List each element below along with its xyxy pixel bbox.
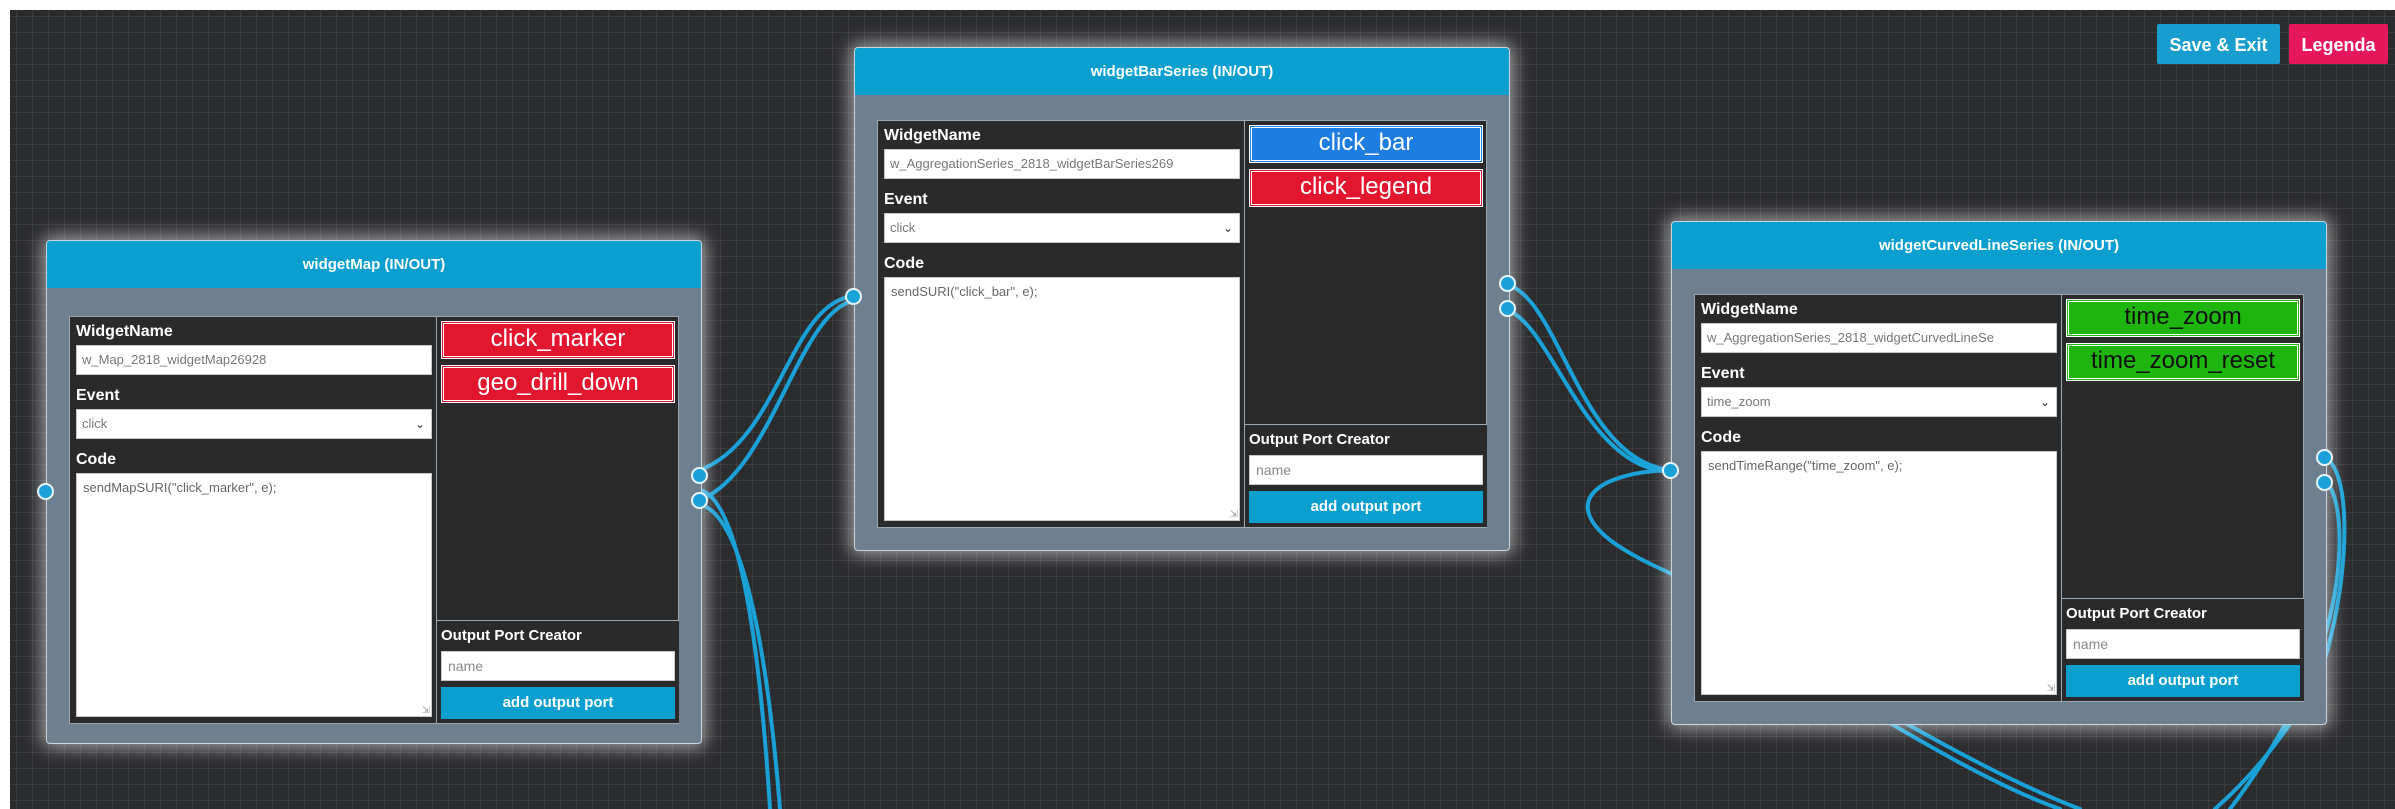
save-exit-button[interactable]: Save & Exit [2157,24,2280,64]
code-text: sendSURI("click_bar", e); [891,284,1038,299]
node-config-panel: WidgetName w_AggregationSeries_2818_widg… [882,125,1242,521]
event-select-value: time_zoom [1707,394,1771,409]
event-select[interactable]: click ⌄ [76,409,432,439]
node-title[interactable]: widgetMap (IN/OUT) [47,241,701,288]
output-port-list: time_zoom time_zoom_reset [2062,295,2304,387]
output-anchor-map-1[interactable] [691,467,708,484]
wire-bottom-cross-1 [1898,718,2082,809]
output-anchor-curvedlineseries-2[interactable] [2316,474,2333,491]
add-output-port-button[interactable]: add output port [2066,665,2300,697]
port-time-zoom-reset[interactable]: time_zoom_reset [2066,343,2300,381]
input-anchor-map[interactable] [37,483,54,500]
output-ports-panel: click_bar click_legend Output Port Creat… [1244,121,1487,527]
port-name-input[interactable]: name [441,651,675,681]
widget-name-input[interactable]: w_Map_2818_widgetMap26928 [76,345,432,375]
event-label: Event [1701,365,1745,382]
output-port-creator: Output Port Creator name add output port [1245,424,1487,527]
node-body: WidgetName w_AggregationSeries_2818_widg… [877,120,1487,528]
code-label: Code [1701,429,1741,446]
input-anchor-barseries[interactable] [845,288,862,305]
event-select-value: click [890,220,916,235]
wire-bar-to-curved-1 [1506,283,1672,472]
node-title[interactable]: widgetBarSeries (IN/OUT) [855,48,1509,95]
port-click-marker[interactable]: click_marker [441,321,675,359]
code-textarea[interactable]: sendMapSURI("click_marker", e); ⇲ [76,473,432,717]
output-port-list: click_marker geo_drill_down [437,317,679,409]
chevron-down-icon: ⌄ [414,417,425,431]
event-select-value: click [82,416,108,431]
port-time-zoom[interactable]: time_zoom [2066,299,2300,337]
port-name-input[interactable]: name [2066,629,2300,659]
node-widget-barseries[interactable]: widgetBarSeries (IN/OUT) WidgetName w_Ag… [854,47,1510,551]
output-anchor-barseries-1[interactable] [1499,275,1516,292]
port-name-input[interactable]: name [1249,455,1483,485]
output-port-creator-title: Output Port Creator [2066,605,2207,622]
event-label: Event [884,191,928,208]
node-widget-map[interactable]: widgetMap (IN/OUT) WidgetName w_Map_2818… [46,240,702,744]
widget-name-label: WidgetName [884,127,981,144]
port-geo-drill-down[interactable]: geo_drill_down [441,365,675,403]
legend-button[interactable]: Legenda [2289,24,2388,64]
port-click-bar[interactable]: click_bar [1249,125,1483,163]
output-anchor-map-2[interactable] [691,492,708,509]
node-title[interactable]: widgetCurvedLineSeries (IN/OUT) [1672,222,2326,269]
widget-name-label: WidgetName [76,323,173,340]
event-label: Event [76,387,120,404]
output-ports-panel: click_marker geo_drill_down Output Port … [436,317,679,723]
output-ports-panel: time_zoom time_zoom_reset Output Port Cr… [2061,295,2304,701]
resize-grip-icon[interactable]: ⇲ [422,705,430,716]
add-output-port-button[interactable]: add output port [441,687,675,719]
node-widget-curvedlineseries[interactable]: widgetCurvedLineSeries (IN/OUT) WidgetNa… [1671,221,2327,725]
wire-map-to-barseries-2 [698,298,862,502]
node-body: WidgetName w_Map_2818_widgetMap26928 Eve… [69,316,679,724]
chevron-down-icon: ⌄ [2039,395,2050,409]
wire-map-to-barseries [698,294,857,472]
code-text: sendMapSURI("click_marker", e); [83,480,277,495]
code-label: Code [76,451,116,468]
top-edge [0,0,2395,10]
widget-name-label: WidgetName [1701,301,1798,318]
output-port-creator-title: Output Port Creator [1249,431,1390,448]
editor-canvas[interactable]: Save & Exit Legenda widgetMap (IN/OUT) W… [0,0,2395,809]
output-anchor-barseries-2[interactable] [1499,300,1516,317]
node-config-panel: WidgetName w_Map_2818_widgetMap26928 Eve… [74,321,434,717]
output-port-creator: Output Port Creator name add output port [437,620,679,723]
output-anchor-curvedlineseries-1[interactable] [2316,449,2333,466]
wire-map-down-1 [698,488,772,809]
code-textarea[interactable]: sendTimeRange("time_zoom", e); ⇲ [1701,451,2057,695]
code-textarea[interactable]: sendSURI("click_bar", e); ⇲ [884,277,1240,521]
widget-name-input[interactable]: w_AggregationSeries_2818_widgetBarSeries… [884,149,1240,179]
event-select[interactable]: time_zoom ⌄ [1701,387,2057,417]
node-config-panel: WidgetName w_AggregationSeries_2818_widg… [1699,299,2059,695]
code-text: sendTimeRange("time_zoom", e); [1708,458,1903,473]
widget-name-input[interactable]: w_AggregationSeries_2818_widgetCurvedLin… [1701,323,2057,353]
input-anchor-curvedlineseries[interactable] [1662,462,1679,479]
output-port-creator-title: Output Port Creator [441,627,582,644]
event-select[interactable]: click ⌄ [884,213,1240,243]
chevron-down-icon: ⌄ [1222,221,1233,235]
wire-bottom-cross-2 [1883,718,2062,809]
node-body: WidgetName w_AggregationSeries_2818_widg… [1694,294,2304,702]
add-output-port-button[interactable]: add output port [1249,491,1483,523]
left-edge [0,0,10,809]
output-port-creator: Output Port Creator name add output port [2062,598,2304,701]
output-port-list: click_bar click_legend [1245,121,1487,213]
resize-grip-icon[interactable]: ⇲ [1230,509,1238,520]
code-label: Code [884,255,924,272]
resize-grip-icon[interactable]: ⇲ [2047,683,2055,694]
wire-bar-to-curved-2 [1506,308,1674,474]
wire-map-down-2 [700,503,782,809]
port-click-legend[interactable]: click_legend [1249,169,1483,207]
